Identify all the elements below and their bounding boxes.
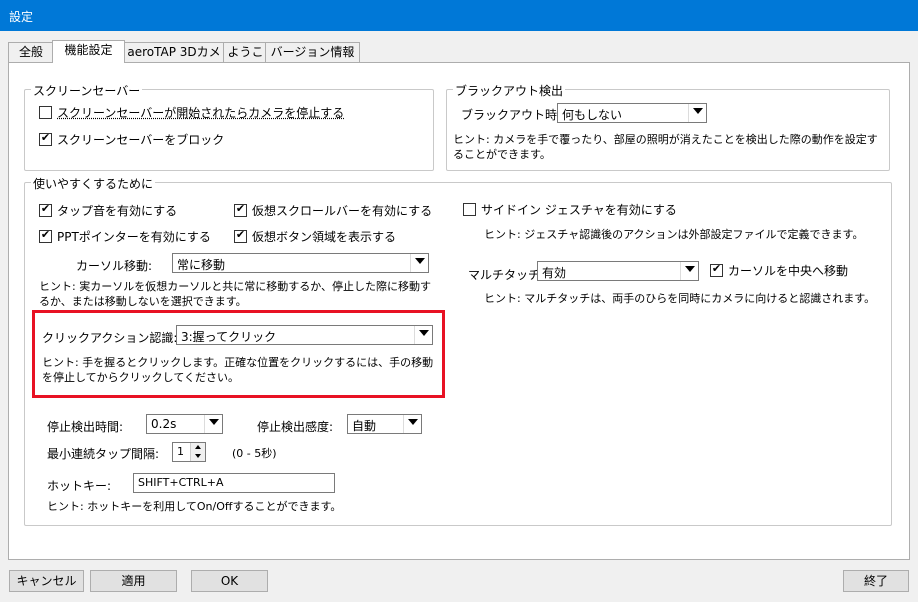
- multitouch-select[interactable]: 有効: [537, 261, 699, 281]
- hotkey-label: ホットキー:: [47, 479, 112, 493]
- check-icon: ✔: [235, 202, 246, 215]
- exit-button[interactable]: 終了: [843, 570, 909, 592]
- click-action-label: クリックアクション認識:: [42, 331, 178, 345]
- min-tap-interval-label: 最小連続タップ間隔:: [47, 447, 160, 461]
- tap-sound-label: タップ音を有効にする: [57, 204, 178, 218]
- blackout-time-label: ブラックアウト時:: [461, 108, 562, 122]
- blackout-group-label: ブラックアウト検出: [453, 82, 566, 99]
- chevron-down-icon[interactable]: [414, 326, 432, 344]
- title-bar: 設定: [0, 0, 918, 31]
- stop-time-label: 停止検出時間:: [47, 420, 124, 434]
- apply-button[interactable]: 適用: [90, 570, 177, 592]
- min-tap-range: (0 - 5秒): [232, 447, 277, 460]
- multitouch-hint: ヒント: マルチタッチは、両手のひらを同時にカメラに向けると認識されます。: [484, 292, 876, 305]
- tab-aerotap-3d-camera[interactable]: aeroTAP 3Dカメラ: [122, 42, 226, 78]
- stop-camera-checkbox[interactable]: [39, 106, 52, 119]
- side-in-hint: ヒント: ジェスチャ認識後のアクションは外部設定ファイルで定義できます。: [484, 228, 864, 241]
- tap-sound-checkbox[interactable]: ✔: [39, 202, 52, 217]
- side-in-gesture-checkbox[interactable]: [463, 203, 476, 216]
- center-cursor-checkbox[interactable]: ✔: [710, 262, 723, 277]
- window-title: 設定: [9, 10, 34, 24]
- check-icon: ✔: [40, 228, 51, 241]
- stop-sensitivity-label: 停止検出感度:: [257, 420, 334, 434]
- stop-time-select[interactable]: 0.2s: [146, 414, 223, 434]
- chevron-down-icon[interactable]: [410, 254, 428, 272]
- cancel-button[interactable]: キャンセル: [9, 570, 84, 592]
- tab-features[interactable]: 機能設定: [52, 40, 125, 63]
- check-icon: ✔: [235, 228, 246, 241]
- settings-window: 設定 全般 機能設定 aeroTAP 3Dカメラ ようこそ バージョン情報 スク…: [0, 0, 918, 602]
- chevron-down-icon[interactable]: [204, 415, 222, 433]
- min-tap-interval-spinner[interactable]: 1: [172, 442, 206, 462]
- click-action-hint: ヒント: 手を握るとクリックします。正確な位置をクリックするには、手の移動を停止…: [42, 356, 434, 384]
- center-cursor-label: カーソルを中央へ移動: [728, 264, 849, 278]
- stop-sensitivity-select[interactable]: 自動: [347, 414, 422, 434]
- hotkey-input[interactable]: SHIFT+CTRL+A: [133, 473, 335, 493]
- ppt-pointer-label: PPTポインターを有効にする: [57, 230, 211, 244]
- chevron-down-icon[interactable]: [688, 104, 706, 122]
- multitouch-label: マルチタッチ:: [468, 268, 545, 282]
- chevron-down-icon[interactable]: [403, 415, 421, 433]
- block-screensaver-label: スクリーンセーバーをブロック: [57, 133, 225, 147]
- virtual-scrollbar-label: 仮想スクロールバーを有効にする: [252, 204, 433, 218]
- block-screensaver-checkbox[interactable]: ✔: [39, 131, 52, 146]
- hotkey-hint: ヒント: ホットキーを利用してOn/Offすることができます。: [47, 500, 342, 513]
- virtual-scrollbar-checkbox[interactable]: ✔: [234, 202, 247, 217]
- blackout-action-select[interactable]: 何もしない: [557, 103, 707, 123]
- screensaver-group: スクリーンセーバー: [24, 82, 434, 171]
- spin-down-icon[interactable]: [190, 452, 205, 461]
- chevron-down-icon[interactable]: [680, 262, 698, 280]
- virtual-button-label: 仮想ボタン領域を表示する: [252, 230, 397, 244]
- check-icon: ✔: [40, 131, 51, 144]
- blackout-hint: ヒント: カメラを手で覆ったり、部屋の照明が消えたことを検出した際の動作を設定す…: [453, 133, 878, 161]
- side-in-gesture-label: サイドイン ジェスチャを有効にする: [481, 203, 677, 217]
- click-action-select[interactable]: 3:握ってクリック: [176, 325, 433, 345]
- cursor-move-label: カーソル移動:: [76, 259, 153, 273]
- ok-button[interactable]: OK: [191, 570, 268, 592]
- spin-up-icon[interactable]: [190, 443, 205, 452]
- tab-welcome[interactable]: ようこそ: [223, 42, 268, 78]
- stop-camera-label: スクリーンセーバーが開始されたらカメラを停止する: [57, 106, 345, 120]
- ppt-pointer-checkbox[interactable]: ✔: [39, 228, 52, 243]
- check-icon: ✔: [40, 202, 51, 215]
- cursor-move-hint: ヒント: 実カーソルを仮想カーソルと共に常に移動するか、停止した際に移動するか、…: [39, 280, 431, 308]
- tab-version-info[interactable]: バージョン情報: [265, 42, 360, 62]
- virtual-button-checkbox[interactable]: ✔: [234, 228, 247, 243]
- screensaver-group-label: スクリーンセーバー: [31, 82, 143, 99]
- cursor-move-select[interactable]: 常に移動: [172, 253, 429, 273]
- usability-group-label: 使いやすくするために: [31, 175, 156, 192]
- check-icon: ✔: [711, 262, 722, 275]
- tab-general[interactable]: 全般: [8, 42, 54, 62]
- features-tab-panel: スクリーンセーバー スクリーンセーバーが開始されたらカメラを停止する ✔ スクリ…: [8, 62, 910, 560]
